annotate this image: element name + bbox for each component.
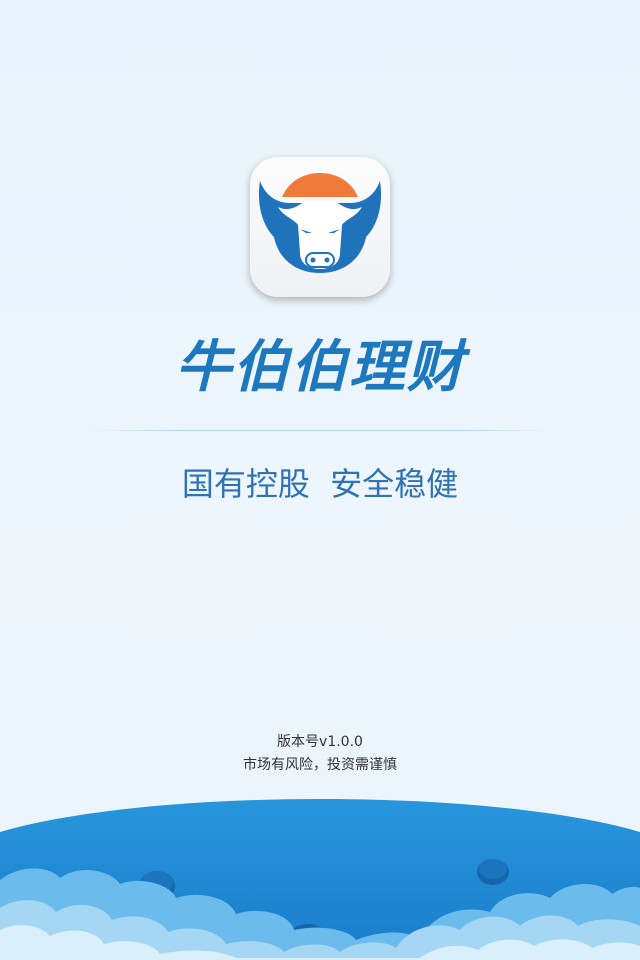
version-label: 版本号v1.0.0 <box>277 734 363 750</box>
slogan: 国有控股 安全稳健 <box>181 465 459 503</box>
app-title: 牛伯伯理财 <box>175 335 465 400</box>
divider <box>88 430 552 431</box>
bull-head-icon <box>258 173 382 273</box>
app-logo-icon <box>250 157 390 297</box>
planet-clouds-illustration <box>0 799 640 960</box>
risk-notice: 市场有风险，投资需谨慎 <box>243 757 397 773</box>
splash-screen: 牛伯伯理财 国有控股 安全稳健 版本号v1.0.0 市场有风险，投资需谨慎 <box>0 0 640 960</box>
